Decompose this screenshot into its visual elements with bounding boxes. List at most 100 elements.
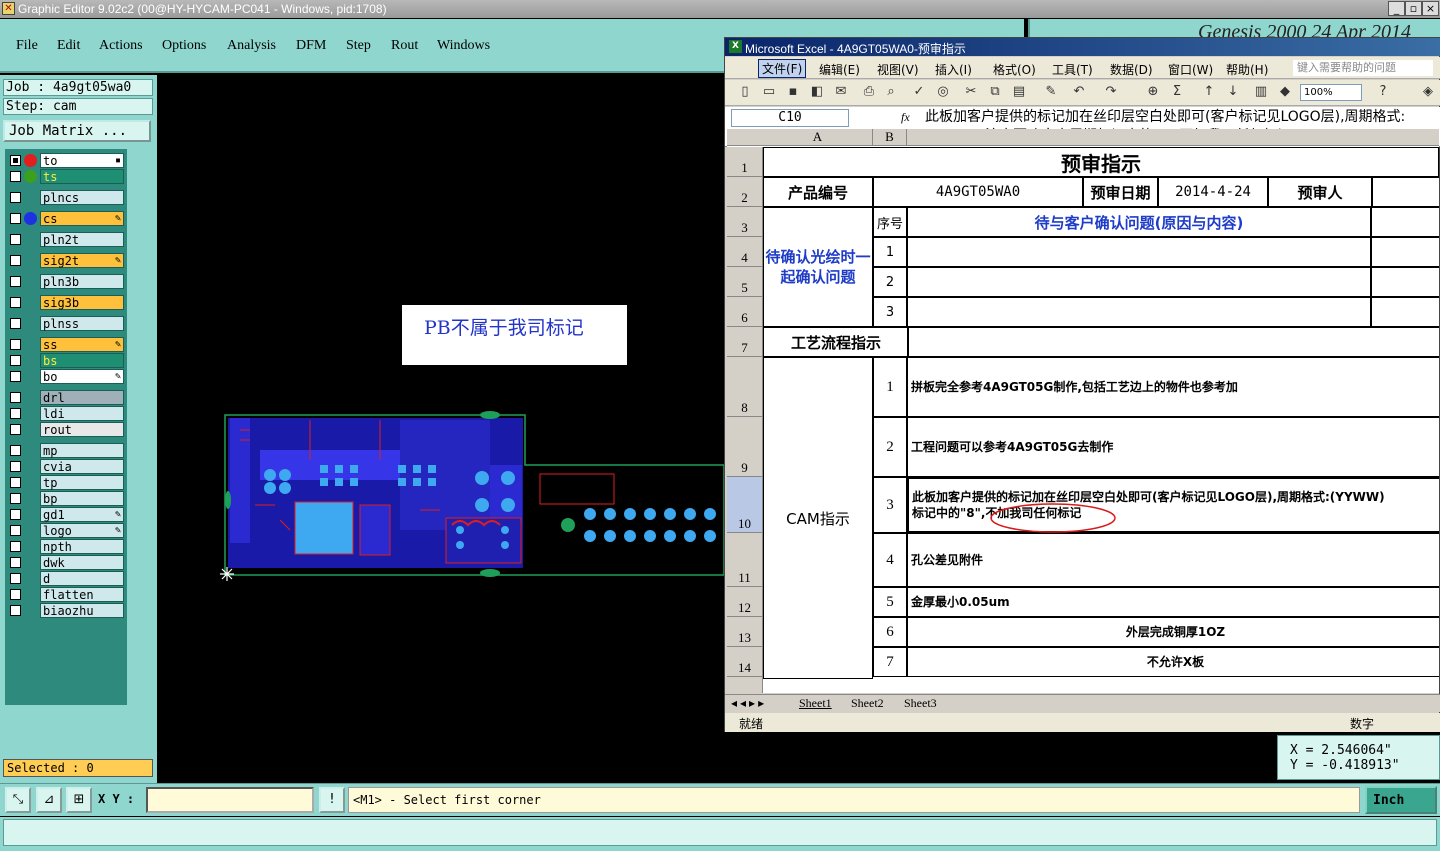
excel-window[interactable]: X Microsoft Excel - 4A9GT05WA0-预审指示 文件(F… [724, 37, 1440, 732]
layer-row-plncs[interactable]: plncs [5, 190, 127, 205]
cam-item-text[interactable]: 孔公差见附件 [907, 533, 1439, 587]
layer-name[interactable]: dwk [40, 555, 124, 570]
save-icon[interactable]: ▪ [785, 84, 801, 100]
layer-row-pln3b[interactable]: pln3b [5, 274, 127, 289]
name-box[interactable]: C10 [731, 109, 849, 127]
fill-color-icon[interactable]: ◈ [1420, 84, 1436, 100]
confirm-seq[interactable]: 1 [873, 237, 907, 267]
layer-row-ts[interactable]: ts [5, 169, 127, 184]
menu-step[interactable]: Step [346, 38, 371, 54]
menu-actions[interactable]: Actions [99, 38, 143, 54]
help-icon[interactable]: ? [1375, 84, 1391, 100]
row-header[interactable]: 10 [727, 477, 763, 533]
layer-name[interactable]: gd1 ✎ [40, 507, 124, 522]
menu-edit[interactable]: Edit [57, 38, 80, 54]
spreadsheet-grid[interactable]: A B 1 2 3 4 5 6 7 8 9 10 11 12 13 14 预审指示 产品编号 4A9GT05WA0 预… [727, 129, 1439, 693]
cut-icon[interactable]: ✂ [963, 84, 979, 100]
row-header[interactable]: 2 [727, 177, 763, 207]
excel-menu-data[interactable]: 数据(D) [1110, 61, 1153, 78]
layer-checkbox[interactable] [10, 339, 21, 350]
row-header[interactable]: 13 [727, 617, 763, 647]
layer-row-ldi[interactable]: ldi [5, 406, 127, 421]
excel-menu-tools[interactable]: 工具(T) [1052, 61, 1093, 78]
row-header[interactable]: 5 [727, 267, 763, 297]
confirm-content[interactable] [907, 297, 1371, 327]
row-header[interactable] [727, 677, 763, 693]
copy-icon[interactable]: ⧉ [987, 84, 1003, 100]
layer-name[interactable]: bo ✎ [40, 369, 124, 384]
redo-icon[interactable]: ↷ [1103, 84, 1119, 100]
layer-row-sig3b[interactable]: sig3b [5, 295, 127, 310]
zoom-icon[interactable]: ⤡ [5, 787, 31, 813]
layer-name[interactable]: cvia [40, 459, 124, 474]
maximize-button[interactable]: ▫ [1405, 1, 1422, 16]
layer-name[interactable]: flatten [40, 587, 124, 602]
layer-name[interactable]: tp [40, 475, 124, 490]
layer-checkbox[interactable] [10, 318, 21, 329]
menu-dfm[interactable]: DFM [296, 38, 326, 54]
confirm-extra[interactable] [1371, 237, 1439, 267]
row-header[interactable]: 8 [727, 357, 763, 417]
layer-name[interactable]: sig2t ✎ [40, 253, 124, 268]
job-matrix-button[interactable]: Job Matrix ... [3, 120, 151, 142]
process-value[interactable] [907, 327, 1439, 357]
layer-checkbox[interactable] [10, 525, 21, 536]
autosum-icon[interactable]: Σ [1169, 84, 1185, 100]
layer-name[interactable]: npth [40, 539, 124, 554]
row-header[interactable]: 4 [727, 237, 763, 267]
cam-item-text[interactable]: 金厚最小0.05um [907, 587, 1439, 617]
spelling-icon[interactable]: ✓ [911, 84, 927, 100]
print-preview-icon[interactable]: ⌕ [883, 84, 899, 100]
layer-checkbox[interactable] [10, 171, 21, 182]
excel-menu-edit[interactable]: 编辑(E) [819, 61, 860, 78]
layer-row-dwk[interactable]: dwk [5, 555, 127, 570]
layer-checkbox[interactable] [10, 509, 21, 520]
menu-windows[interactable]: Windows [437, 38, 490, 54]
layer-name[interactable]: bs [40, 353, 124, 368]
confirm-content[interactable] [907, 237, 1371, 267]
layer-name[interactable]: ss ✎ [40, 337, 124, 352]
layer-name[interactable]: d [40, 571, 124, 586]
hyperlink-icon[interactable]: ⊕ [1145, 84, 1161, 100]
layer-name[interactable]: plnss [40, 316, 124, 331]
cam-item-number[interactable]: 6 [873, 617, 907, 647]
layer-checkbox[interactable] [10, 392, 21, 403]
close-button[interactable]: × [1422, 1, 1439, 16]
layer-row-rout[interactable]: rout [5, 422, 127, 437]
alert-icon[interactable]: ! [319, 787, 345, 813]
sheet-tab-2[interactable]: Sheet2 [851, 696, 884, 711]
email-icon[interactable]: ✉ [833, 84, 849, 100]
reviewer-value[interactable] [1372, 177, 1439, 207]
layer-row-ss[interactable]: ss ✎ [5, 337, 127, 352]
excel-menu-insert[interactable]: 插入(I) [935, 61, 972, 78]
cam-item-number[interactable]: 5 [873, 587, 907, 617]
sheet-title[interactable]: 预审指示 [763, 147, 1439, 177]
row-header[interactable]: 11 [727, 533, 763, 587]
date-value[interactable]: 2014-4-24 [1158, 177, 1268, 207]
menu-file[interactable]: File [16, 38, 38, 54]
layer-checkbox[interactable] [10, 276, 21, 287]
layer-checkbox[interactable] [10, 589, 21, 600]
menu-options[interactable]: Options [162, 38, 206, 54]
layer-checkbox[interactable] [10, 557, 21, 568]
excel-help-search[interactable]: 键入需要帮助的问题 [1293, 60, 1433, 76]
fx-icon[interactable]: fx [901, 110, 910, 125]
layer-name[interactable]: plncs [40, 190, 124, 205]
layer-row-drl[interactable]: drl [5, 390, 127, 405]
layer-checkbox[interactable] [10, 192, 21, 203]
row-header[interactable]: 1 [727, 147, 763, 177]
minimize-button[interactable]: _ [1388, 1, 1405, 16]
layer-name[interactable]: bp [40, 491, 124, 506]
cam-item-number[interactable]: 4 [873, 533, 907, 587]
date-label[interactable]: 预审日期 [1083, 177, 1158, 207]
layer-row-mp[interactable]: mp [5, 443, 127, 458]
layer-row-sig2t[interactable]: sig2t ✎ [5, 253, 127, 268]
chart-wizard-icon[interactable]: ▥ [1253, 84, 1269, 100]
row-header[interactable]: 6 [727, 297, 763, 327]
layer-checkbox[interactable] [10, 573, 21, 584]
cam-item-number[interactable]: 7 [873, 647, 907, 677]
layer-name[interactable]: mp [40, 443, 124, 458]
layer-row-biaozhu[interactable]: biaozhu [5, 603, 127, 618]
layer-row-tp[interactable]: tp [5, 475, 127, 490]
sort-descending-icon[interactable]: ↓ [1225, 84, 1241, 100]
